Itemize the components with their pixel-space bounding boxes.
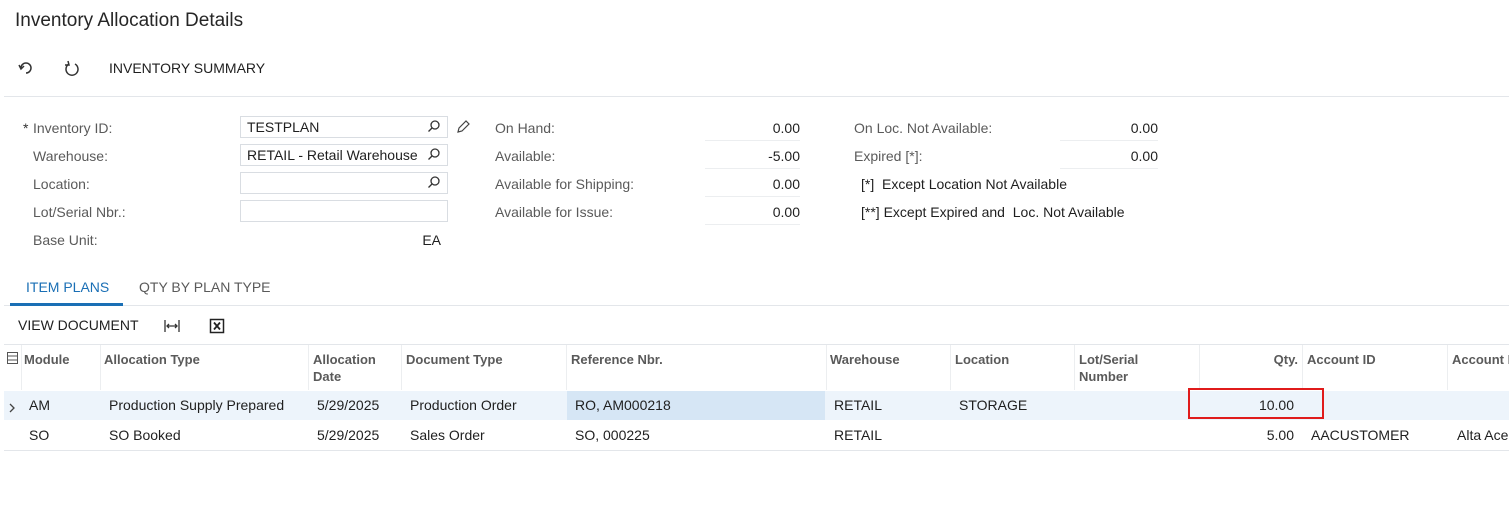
on-loc-not-available-label: On Loc. Not Available: (854, 120, 993, 136)
note-except-location: [*] Except Location Not Available (861, 176, 1067, 192)
cell-allocation-date: 5/29/2025 (317, 427, 380, 443)
cell-allocation-date: 5/29/2025 (317, 397, 380, 413)
qty-highlight-box (1188, 388, 1324, 419)
col-header-account-id[interactable]: Account ID (1307, 351, 1376, 368)
col-header-allocation-type[interactable]: Allocation Type (104, 351, 200, 368)
inventory-id-field[interactable]: TESTPLAN (240, 116, 448, 138)
cell-account-name: Alta Ace (1457, 427, 1509, 443)
cell-account-id: AACUSTOMER (1311, 427, 1410, 443)
cell-module: AM (29, 397, 50, 413)
on-hand-value: 0.00 (705, 120, 800, 141)
cell-location: STORAGE (959, 397, 1028, 413)
tab-item-plans[interactable]: ITEM PLANS (26, 279, 109, 295)
required-mark: * (23, 120, 29, 136)
search-icon[interactable] (427, 175, 441, 192)
cell-module: SO (29, 427, 50, 443)
location-field[interactable] (240, 172, 448, 194)
available-issue-value: 0.00 (705, 204, 800, 225)
refresh-icon[interactable] (62, 58, 82, 78)
edit-pencil-icon[interactable] (455, 119, 471, 140)
warehouse-field[interactable]: RETAIL - Retail Warehouse (240, 144, 448, 166)
warehouse-value: RETAIL - Retail Warehouse (247, 147, 418, 163)
expired-value: 0.00 (1060, 148, 1158, 169)
row-selector-icon[interactable] (7, 351, 18, 369)
tab-qty-by-plan-type[interactable]: QTY BY PLAN TYPE (139, 279, 271, 295)
available-value: -5.00 (705, 148, 800, 169)
col-header-module[interactable]: Module (24, 351, 70, 368)
cell-allocation-type: SO Booked (109, 427, 181, 443)
col-header-lot-serial-line2: Number (1079, 369, 1129, 384)
col-header-lot-serial[interactable]: Lot/Serial Number (1079, 351, 1138, 385)
chevron-right-icon[interactable] (8, 400, 16, 418)
cell-warehouse: RETAIL (834, 397, 882, 413)
location-label: Location: (33, 176, 90, 192)
on-hand-label: On Hand: (495, 120, 555, 136)
cell-warehouse: RETAIL (834, 427, 882, 443)
cell-document-type: Production Order (410, 397, 517, 413)
cell-qty: 5.00 (1266, 427, 1294, 443)
undo-icon[interactable] (16, 58, 36, 78)
active-tab-indicator (10, 303, 123, 306)
col-header-allocation-date[interactable]: Allocation Date (313, 351, 376, 385)
base-unit-label: Base Unit: (33, 232, 98, 248)
warehouse-label: Warehouse: (33, 148, 108, 164)
available-shipping-label: Available for Shipping: (495, 176, 635, 192)
col-header-reference-nbr[interactable]: Reference Nbr. (571, 351, 663, 368)
page-title: Inventory Allocation Details (15, 10, 244, 31)
available-issue-label: Available for Issue: (495, 204, 614, 220)
view-document-button[interactable]: VIEW DOCUMENT (18, 317, 139, 333)
col-header-allocation-date-line1: Allocation (313, 352, 376, 367)
note-except-expired: [**] Except Expired and Loc. Not Availab… (861, 204, 1125, 220)
inventory-id-label: Inventory ID: (33, 120, 113, 136)
fit-columns-icon[interactable] (162, 316, 182, 336)
inventory-summary-button[interactable]: INVENTORY SUMMARY (109, 60, 265, 76)
col-header-location[interactable]: Location (955, 351, 1009, 368)
col-header-allocation-date-line2: Date (313, 369, 342, 384)
lot-serial-field[interactable] (240, 200, 448, 222)
cell-reference-nbr[interactable]: SO, 000225 (575, 421, 650, 450)
inventory-id-value: TESTPLAN (247, 119, 320, 135)
cell-reference-nbr[interactable]: RO, AM000218 (575, 391, 671, 420)
tabs-divider (4, 305, 1509, 306)
col-header-document-type[interactable]: Document Type (406, 351, 503, 368)
expired-label: Expired [*]: (854, 148, 923, 164)
available-label: Available: (495, 148, 556, 164)
available-shipping-value: 0.00 (705, 176, 800, 197)
col-header-lot-serial-line1: Lot/Serial (1079, 352, 1139, 367)
base-unit-value: EA (422, 232, 441, 248)
search-icon[interactable] (427, 119, 441, 136)
on-loc-not-available-value: 0.00 (1060, 120, 1158, 141)
col-header-account-name[interactable]: Account N (1452, 351, 1509, 368)
cell-allocation-type: Production Supply Prepared (109, 397, 285, 413)
col-header-qty[interactable]: Qty. (1200, 351, 1298, 368)
lot-serial-label: Lot/Serial Nbr.: (33, 204, 126, 220)
cell-document-type: Sales Order (410, 427, 485, 443)
search-icon[interactable] (427, 147, 441, 164)
col-header-warehouse[interactable]: Warehouse (830, 351, 900, 368)
export-excel-icon[interactable] (207, 316, 227, 336)
